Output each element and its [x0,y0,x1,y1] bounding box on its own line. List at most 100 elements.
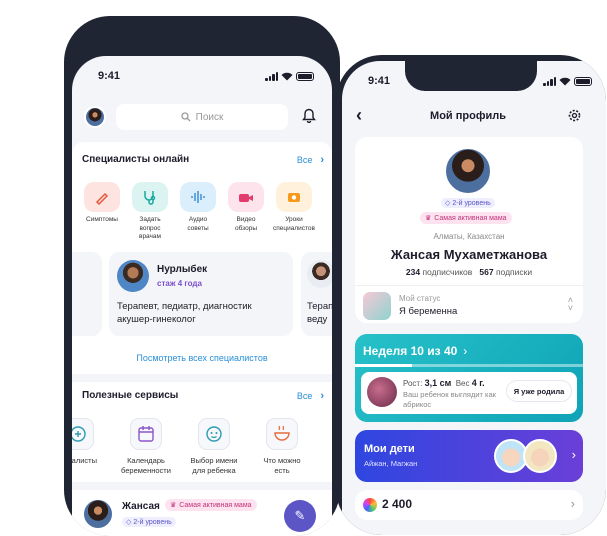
service-bowl[interactable]: Что можно есть [254,418,310,476]
profile-screen: 9:41 ‹ Мой профиль ◇ 2-й уровень ♛ Самая а… [342,61,606,535]
search-icon [180,112,191,122]
doctor-name: Нурлыбек [157,264,208,275]
category-stethoscope[interactable]: Задать вопрос врачам [130,182,170,242]
specialists-all-link[interactable]: Все › [297,154,324,166]
subscriptions-count[interactable]: 567 [479,267,493,277]
expand-chevrons-icon: ˄ ˅ [567,295,573,313]
post-level: ◇ 2-й уровень [122,517,176,527]
user-avatar[interactable] [84,106,106,128]
search-input[interactable]: Поиск [116,104,288,130]
profile-header-title: Мой профиль [430,110,506,122]
services-all-link[interactable]: Все › [297,390,324,402]
service-label: Выбор имени для ребенка [190,456,238,475]
category-record[interactable]: Уроки специалистов [273,182,315,242]
badge-label: Самая активная мама [434,214,507,222]
battery-icon [574,77,592,86]
nurse-icon [72,418,94,450]
category-video-camera[interactable]: Видео обзоры [226,182,266,242]
chevron-right-icon: › [320,154,324,166]
compose-button[interactable]: ✎ [284,500,316,532]
week-title: Неделя 10 из 40 [363,344,458,358]
profile-location: Алматы, Казахстан [433,232,505,241]
service-glass[interactable]: Что пи [322,418,332,476]
points-card[interactable]: 2 400 › [355,490,583,520]
pencil-icon: ✎ [294,508,306,523]
service-baby-face[interactable]: Выбор имени для ребенка [186,418,242,476]
status-bar: 9:41 [72,70,332,86]
category-label: Задать вопрос врачам [138,216,161,240]
doctor-card-next[interactable]: Терап веду [301,252,332,336]
service-calendar[interactable]: Календарь беременности [118,418,174,476]
doctor-card[interactable]: Нурлыбек стаж 4 года Терапевт, педиатр, … [109,252,293,336]
diamond-icon: ◇ [126,519,132,526]
wifi-icon [559,77,571,86]
settings-gear-icon[interactable] [568,109,581,122]
post-badge: ♛ Самая активная мама [165,499,257,511]
height-label: Рост: [403,379,423,388]
thermometer-icon [84,182,120,212]
profile-badge: ♛ Самая активная мама [420,212,512,224]
crown-icon: ♛ [425,215,432,222]
service-nurse[interactable]: ециалисты [72,418,106,476]
week-progress-fill [355,364,412,367]
height-value: 3,1 см [424,378,452,388]
week-title-row[interactable]: Неделя 10 из 40 › [363,344,467,358]
bowl-icon [266,418,298,450]
kids-names: Айжан, Магжан [364,459,418,468]
signal-icon [265,72,278,81]
doctor-experience: стаж 4 года [157,279,202,288]
video-camera-icon [228,182,264,212]
baby-face-icon [198,418,230,450]
next-doctor-avatar [307,260,332,288]
doctor-card-prev[interactable] [72,252,102,336]
post-card: Жансая ♛ Самая активная мама ◇ 2-й уровень… [72,490,332,536]
subscriptions-label[interactable]: подписки [496,267,532,277]
post-author-name: Жансая [122,501,160,512]
gave-birth-button[interactable]: Я уже родила [507,381,571,401]
services-row: ециалисты Календарь беременности Выбор име… [72,418,332,476]
signal-icon [543,77,556,86]
profile-avatar[interactable] [444,147,492,195]
category-row: Симптомы Задать вопрос врачам Аудио советы… [82,182,315,242]
services-title: Полезные сервисы [82,390,179,401]
status-value: Я беременна [399,306,458,317]
doctor-avatar [117,260,149,292]
chevron-right-icon: › [320,390,324,402]
calendar-icon [130,418,162,450]
points-value: 2 400 [382,497,413,511]
service-label: Календарь беременности [121,456,171,475]
wifi-icon [281,72,293,81]
points-star-icon [363,498,377,512]
level-label: 2-й уровень [133,518,172,526]
all-label: Все [296,155,313,165]
week-card[interactable]: Неделя 10 из 40 › Рост: 3,1 см Вес 4 г. … [355,334,583,422]
chevron-right-icon: › [570,496,575,511]
service-label: ециалисты [72,456,97,465]
right-phone: 9:41 ‹ Мой профиль ◇ 2-й уровень ♛ Самая а… [336,55,606,535]
weight-label: Вес [455,379,470,388]
notification-bell-icon[interactable] [302,108,316,123]
weight-value: 4 г. [471,378,485,388]
post-author-avatar[interactable] [82,498,114,530]
status-label: Мой статус [399,294,441,303]
subscribers-count[interactable]: 234 [406,267,420,277]
chevron-right-icon: › [571,447,576,462]
doctor-description: Терапевт, педиатр, диагностик акушер-гин… [117,301,252,325]
fruit-text: Ваш ребенок выглядит как абрикос [403,390,496,409]
services-card: Полезные сервисы Все › ециалисты Календар… [72,382,332,482]
view-all-specialists-link[interactable]: Посмотреть всех специалистов [72,353,332,363]
next-doctor-text: Терап веду [307,301,332,325]
profile-card: ◇ 2-й уровень ♛ Самая активная мама Алматы… [355,137,583,323]
category-thermometer[interactable]: Симптомы [82,182,122,242]
all-label: Все [296,391,313,401]
size-line: Рост: 3,1 см Вес 4 г. [403,378,485,388]
status-row[interactable]: Мой статус Я беременна ˄ ˅ [355,285,583,323]
stethoscope-icon [132,182,168,212]
specialists-title: Специалисты онлайн [82,154,190,165]
chevron-right-icon: › [463,344,468,358]
level-label: 2-й уровень [452,199,491,207]
category-audio-wave[interactable]: Аудио советы [178,182,218,242]
subscribers-label[interactable]: подписчиков [422,267,472,277]
kids-card[interactable]: Мои дети Айжан, Магжан › [355,430,583,482]
apricot-image [367,377,397,407]
